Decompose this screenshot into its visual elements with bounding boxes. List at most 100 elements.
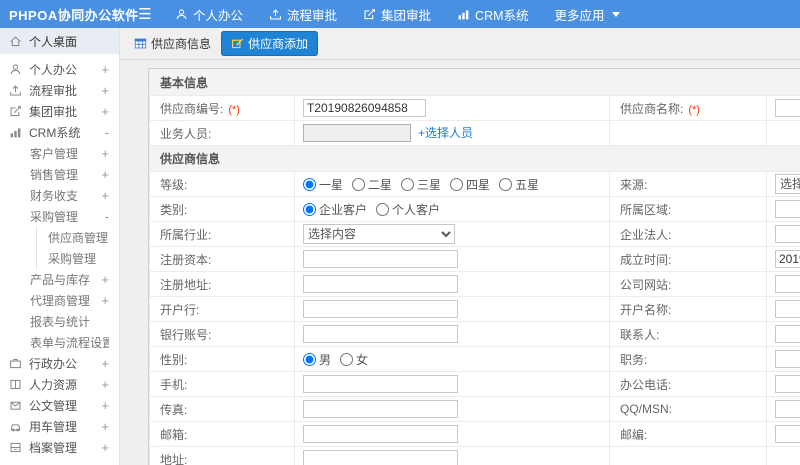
sidebar-item-group-approval[interactable]: 集团审批 +: [0, 101, 119, 122]
expand-plus-icon[interactable]: +: [101, 83, 109, 98]
form-row-address: 地址:: [149, 446, 800, 465]
grade-radio[interactable]: [352, 177, 366, 191]
sidebar-item-customer-mgmt[interactable]: 客户管理 +: [24, 143, 119, 164]
office-phone-input[interactable]: [775, 375, 800, 393]
expand-plus-icon[interactable]: +: [101, 62, 109, 77]
sidebar-item-admin-office[interactable]: 行政办公 +: [0, 353, 119, 374]
approval-icon: [364, 8, 375, 19]
industry-select[interactable]: 选择内容: [303, 224, 455, 244]
form-row-supplier-code: 供应商编号: (*) 供应商名称: (*): [149, 95, 800, 121]
field-label: 开户名称:: [620, 302, 672, 317]
form-row-bank-account: 银行账号: 联系人:: [149, 321, 800, 347]
sidebar-item-hr[interactable]: 人力资源 +: [0, 374, 119, 395]
contact-input[interactable]: [775, 325, 800, 343]
radio-option-enterprise[interactable]: 企业客户: [303, 202, 367, 217]
radio-option-female[interactable]: 女: [340, 352, 368, 367]
expand-plus-icon[interactable]: +: [101, 104, 109, 119]
radio-option-grade2[interactable]: 二星: [352, 177, 392, 192]
nav-item-personal-office[interactable]: 个人办公: [162, 0, 256, 28]
sidebar-item-personal-desktop[interactable]: 个人桌面: [0, 28, 119, 54]
postcode-input[interactable]: [775, 425, 800, 443]
field-label: 开户行:: [160, 302, 200, 317]
field-label: 所属区域:: [620, 202, 672, 217]
registered-capital-input[interactable]: [303, 250, 458, 268]
sidebar-item-form-flow-settings[interactable]: 表单与流程设置+: [24, 332, 119, 353]
expand-plus-icon[interactable]: +: [101, 419, 109, 434]
website-input[interactable]: [775, 275, 800, 293]
founded-date-input[interactable]: [775, 250, 800, 268]
sidebar-item-purchasing[interactable]: 采购管理: [37, 248, 119, 269]
field-label: 成立时间:: [620, 252, 672, 267]
sidebar-item-agent-mgmt[interactable]: 代理商管理 +: [24, 290, 119, 311]
expand-plus-icon[interactable]: +: [101, 167, 109, 182]
gender-radio[interactable]: [303, 352, 316, 366]
sidebar-item-personal-office[interactable]: 个人办公 +: [0, 59, 119, 80]
category-radio[interactable]: [376, 202, 390, 216]
sidebar-item-sales-mgmt[interactable]: 销售管理 +: [24, 164, 119, 185]
form-row-reg-address: 注册地址: 公司网站:: [149, 271, 800, 297]
sidebar-item-purchase-mgmt[interactable]: 采购管理 -: [24, 206, 119, 227]
sidebar-item-supplier-mgmt[interactable]: 供应商管理: [37, 227, 119, 248]
staff-input[interactable]: [303, 124, 411, 142]
grade-radio[interactable]: [499, 177, 513, 191]
required-marker: (*): [228, 103, 240, 116]
address-input[interactable]: [303, 450, 458, 465]
registered-address-input[interactable]: [303, 275, 458, 293]
qq-msn-input[interactable]: [775, 400, 800, 418]
nav-item-crm[interactable]: CRM系统: [444, 0, 541, 28]
sidebar-item-document-mgmt[interactable]: 公文管理 +: [0, 395, 119, 416]
radio-option-personal[interactable]: 个人客户: [376, 202, 440, 217]
bank-account-input[interactable]: [303, 325, 458, 343]
radio-option-grade5[interactable]: 五星: [499, 177, 539, 192]
expand-plus-icon[interactable]: +: [101, 293, 109, 308]
hamburger-icon[interactable]: ☰: [128, 5, 162, 23]
radio-option-grade3[interactable]: 三星: [401, 177, 441, 192]
expand-plus-icon[interactable]: +: [101, 377, 109, 392]
grade-radio[interactable]: [450, 177, 464, 191]
account-name-input[interactable]: [775, 300, 800, 318]
expand-plus-icon[interactable]: +: [101, 146, 109, 161]
expand-plus-icon[interactable]: +: [101, 356, 109, 371]
collapse-minus-icon[interactable]: -: [105, 125, 109, 140]
fax-input[interactable]: [303, 400, 458, 418]
tab-supplier-add[interactable]: 供应商添加: [221, 31, 319, 56]
sidebar-item-crm[interactable]: CRM系统 -: [0, 122, 119, 143]
section-header-row: 供应商信息: [149, 145, 800, 172]
sidebar-item-product-inventory[interactable]: 产品与库存 +: [24, 269, 119, 290]
sidebar-item-finance[interactable]: 财务收支 +: [24, 185, 119, 206]
home-icon: [9, 34, 23, 48]
gender-radio[interactable]: [340, 352, 354, 366]
sidebar-item-vehicle-mgmt[interactable]: 用车管理 +: [0, 416, 119, 437]
expand-plus-icon[interactable]: +: [101, 272, 109, 287]
expand-plus-icon[interactable]: +: [101, 188, 109, 203]
category-radio[interactable]: [303, 202, 316, 216]
position-input[interactable]: [775, 350, 800, 368]
email-input[interactable]: [303, 425, 458, 443]
expand-plus-icon[interactable]: +: [101, 398, 109, 413]
grade-radio[interactable]: [303, 177, 316, 191]
supplier-name-input[interactable]: [775, 99, 800, 117]
nav-item-group-approval[interactable]: 集团审批: [350, 0, 444, 28]
legal-person-input[interactable]: [775, 225, 800, 243]
bank-input[interactable]: [303, 300, 458, 318]
sidebar-item-process-approval[interactable]: 流程审批 +: [0, 80, 119, 101]
table-icon: [134, 38, 147, 49]
collapse-minus-icon[interactable]: -: [105, 209, 109, 224]
mobile-input[interactable]: [303, 375, 458, 393]
top-navbar: PHPOA协同办公软件 ☰ 个人办公 流程审批 集团审批 CRM系统 更多应用: [0, 0, 800, 28]
tab-supplier-list[interactable]: 供应商信息: [134, 35, 211, 52]
choose-staff-link[interactable]: +选择人员: [418, 126, 473, 140]
grade-radio[interactable]: [401, 177, 415, 191]
sidebar-item-archive-mgmt[interactable]: 档案管理 +: [0, 437, 119, 458]
supplier-code-input[interactable]: [303, 99, 426, 117]
nav-item-more-apps[interactable]: 更多应用: [542, 0, 633, 28]
sidebar-item-reports[interactable]: 报表与统计: [24, 311, 119, 332]
radio-option-grade4[interactable]: 四星: [450, 177, 490, 192]
region-input[interactable]: [775, 200, 800, 218]
source-select[interactable]: 选择内容: [775, 174, 800, 194]
nav-item-process-approval[interactable]: 流程审批: [256, 0, 350, 28]
expand-plus-icon[interactable]: +: [101, 440, 109, 455]
field-label: 性别:: [160, 352, 188, 367]
radio-option-male[interactable]: 男: [303, 352, 331, 367]
radio-option-grade1[interactable]: 一星: [303, 177, 343, 192]
